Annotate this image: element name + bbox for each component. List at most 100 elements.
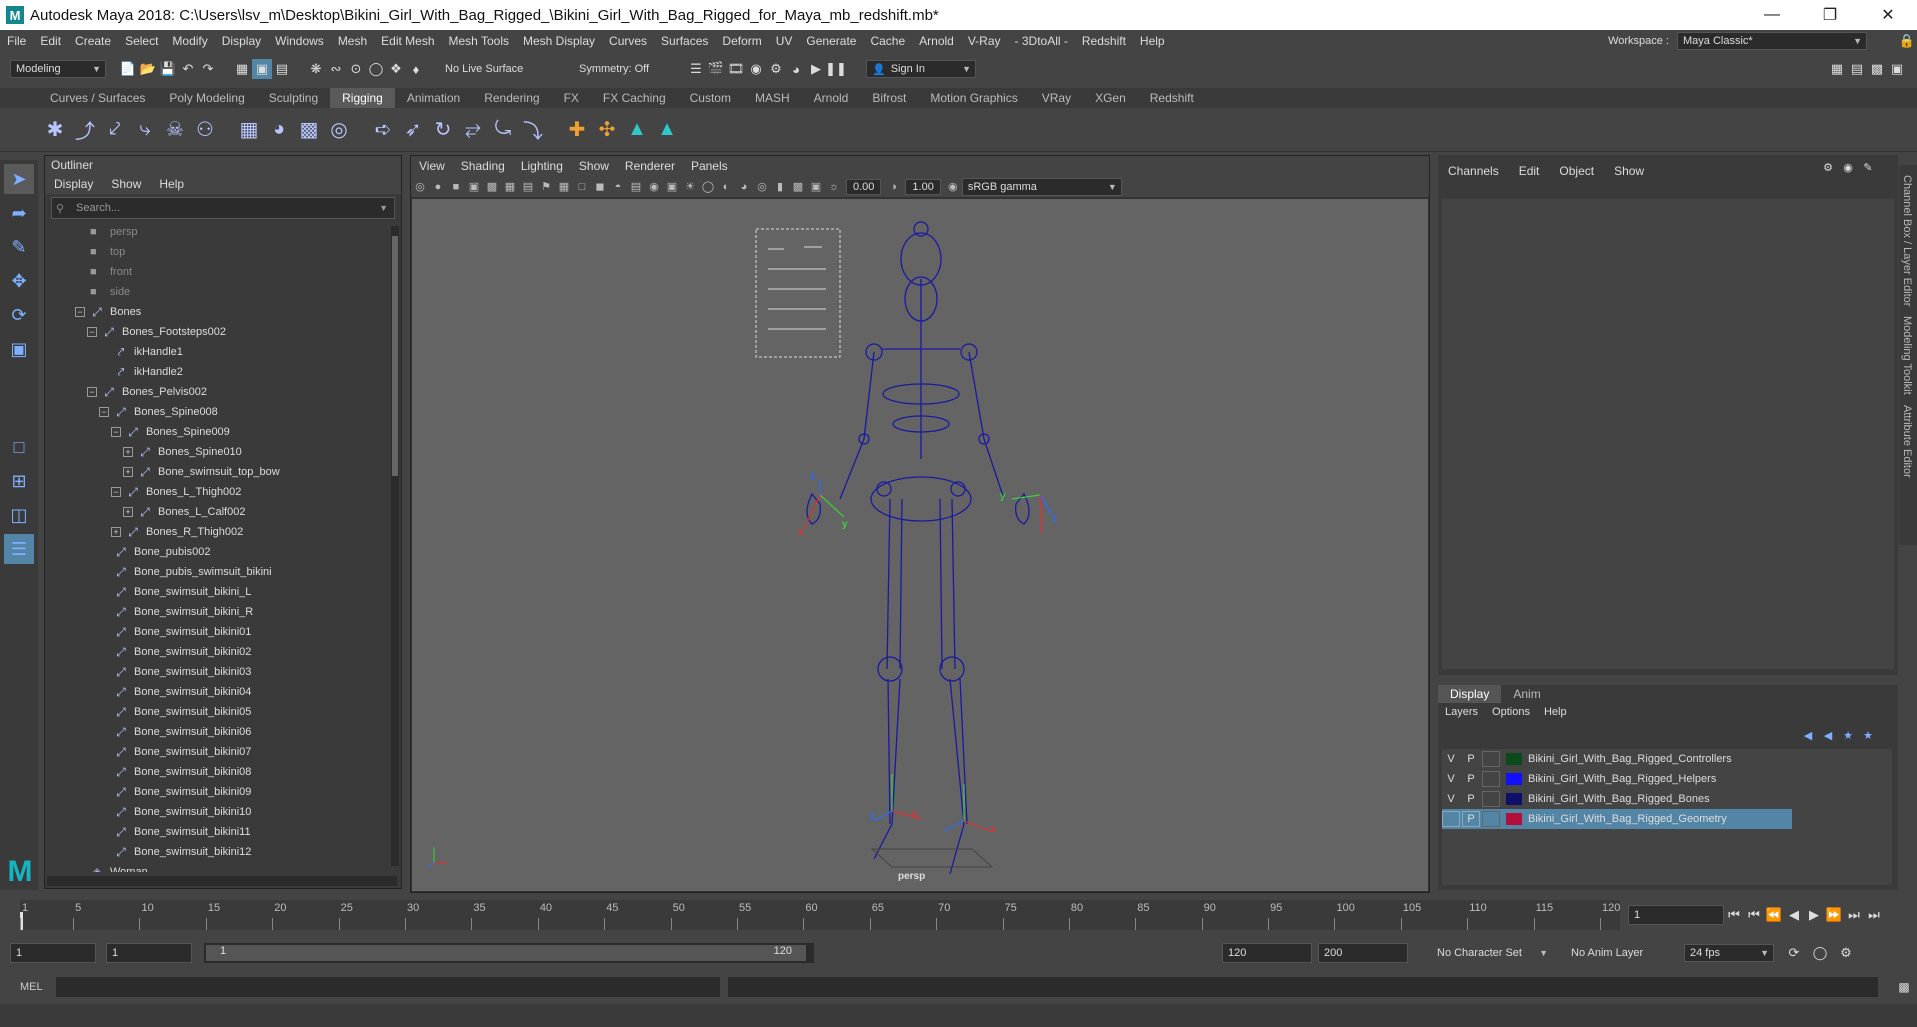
snap-edge-icon[interactable]: ♦ bbox=[406, 59, 426, 79]
redshift-render-icon[interactable]: ▶ bbox=[806, 59, 826, 79]
outliner-item[interactable]: − ⤢ Bones_Footsteps002 bbox=[45, 322, 385, 342]
locator-rig-icon[interactable]: ✣ bbox=[592, 115, 622, 145]
layer-color-swatch[interactable] bbox=[1506, 773, 1522, 785]
step-forward-key-icon[interactable]: ⏭ bbox=[1844, 905, 1864, 925]
menu-modify[interactable]: Modify bbox=[165, 34, 214, 48]
snap-point-icon[interactable]: ⊙ bbox=[346, 59, 366, 79]
outliner-item[interactable]: ◈ Woman bbox=[45, 862, 385, 872]
move-layer-down-icon[interactable]: ◀ bbox=[1818, 725, 1838, 745]
layer-color-swatch[interactable] bbox=[1506, 813, 1522, 825]
select-tool-icon[interactable]: ➤ bbox=[4, 164, 34, 194]
shelf-tab-fx-caching[interactable]: FX Caching bbox=[590, 88, 678, 108]
channel-menu-show[interactable]: Show bbox=[1604, 164, 1654, 178]
paint-select-icon[interactable]: ✎ bbox=[4, 232, 34, 262]
menu-create[interactable]: Create bbox=[68, 34, 118, 48]
depth-of-field-icon[interactable]: ◎ bbox=[753, 178, 771, 196]
layer-row[interactable]: P Bikini_Girl_With_Bag_Rigged_Geometry bbox=[1442, 809, 1792, 829]
outliner-item[interactable]: ⤢ Bone_swimsuit_bikini03 bbox=[45, 662, 385, 682]
pole-vector-icon[interactable]: ⤵ bbox=[518, 115, 548, 145]
snap-grid-icon[interactable]: ❋ bbox=[306, 59, 326, 79]
layer-display-type-toggle[interactable] bbox=[1482, 811, 1500, 827]
step-forward-frame-icon[interactable]: ⏩ bbox=[1824, 905, 1844, 925]
outliner-item[interactable]: ■ side bbox=[45, 282, 385, 302]
new-scene-icon[interactable]: 📄 bbox=[118, 59, 138, 79]
color-space-dropdown[interactable]: sRGB gamma ▼ bbox=[961, 177, 1122, 196]
menu-mesh-display[interactable]: Mesh Display bbox=[516, 34, 602, 48]
expand-toggle-icon[interactable]: + bbox=[123, 467, 133, 477]
ik-spline-icon[interactable]: ⤷ bbox=[130, 115, 160, 145]
scale-tool-icon[interactable]: ▣ bbox=[4, 334, 34, 364]
paint-weights-icon[interactable]: ◕ bbox=[264, 115, 294, 145]
ambient-occlusion-icon[interactable]: ◐ bbox=[717, 178, 735, 196]
shelf-tab-mash[interactable]: MASH bbox=[742, 88, 802, 108]
new-layer-icon[interactable]: ★ bbox=[1838, 725, 1858, 745]
textured-icon[interactable]: ▣ bbox=[663, 178, 681, 196]
outliner-item[interactable]: ⤤ ikHandle2 bbox=[45, 362, 385, 382]
time-slider[interactable]: 1 5 10 15 20 25 30 35 40 45 50 55 60 65 70 75 80 85 90 95 10… bbox=[0, 898, 1917, 932]
outliner-item[interactable]: − ⤢ Bones_L_Thigh002 bbox=[45, 482, 385, 502]
gamma-icon[interactable]: ◑ bbox=[884, 178, 902, 196]
lattice-icon[interactable]: ▩ bbox=[294, 115, 324, 145]
xray-icon[interactable]: ▤ bbox=[627, 178, 645, 196]
menu-curves[interactable]: Curves bbox=[602, 34, 654, 48]
ik-handle-icon[interactable]: ⤦ bbox=[100, 115, 130, 145]
expand-toggle-icon[interactable]: − bbox=[99, 407, 109, 417]
layout-two-icon[interactable]: ◫ bbox=[4, 500, 34, 530]
create-joints-icon[interactable]: ✱ bbox=[40, 115, 70, 145]
outliner-item[interactable]: ■ persp bbox=[45, 222, 385, 242]
viewport-menu-view[interactable]: View bbox=[411, 159, 453, 173]
playback-end-field[interactable]: 120 bbox=[1222, 943, 1312, 963]
shelf-tab-vray[interactable]: VRay bbox=[1029, 88, 1084, 108]
layer-menu-help[interactable]: Help bbox=[1537, 706, 1574, 718]
menu-edit[interactable]: Edit bbox=[33, 34, 68, 48]
side-tab-channel-box-layer-editor[interactable]: Channel Box / Layer Editor bbox=[1901, 175, 1913, 306]
outliner-menu-show[interactable]: Show bbox=[102, 177, 150, 191]
edit-tool-icon[interactable]: ✎ bbox=[1858, 157, 1878, 177]
layer-visibility-toggle[interactable]: V bbox=[1442, 751, 1460, 767]
outliner-item[interactable]: ⤢ Bone_swimsuit_bikini06 bbox=[45, 722, 385, 742]
side-tab-modeling-toolkit[interactable]: Modeling Toolkit bbox=[1901, 316, 1913, 395]
animation-end-field[interactable]: 200 bbox=[1318, 943, 1408, 963]
outliner-item[interactable]: ⤢ Bone_swimsuit_bikini_L bbox=[45, 582, 385, 602]
shelf-tab-custom[interactable]: Custom bbox=[677, 88, 743, 108]
render-settings-icon[interactable]: ⚙ bbox=[766, 59, 786, 79]
layout-four-icon[interactable]: ⊞ bbox=[4, 466, 34, 496]
layout-outliner-icon[interactable]: ☰ bbox=[4, 534, 34, 564]
layer-playback-toggle[interactable]: P bbox=[1462, 751, 1480, 767]
viewport-menu-panels[interactable]: Panels bbox=[683, 159, 736, 173]
shelf-tab-rigging[interactable]: Rigging bbox=[330, 88, 395, 108]
anim-layer-dropdown[interactable]: No Anim Layer bbox=[1566, 944, 1670, 962]
shelf-tab-arnold[interactable]: Arnold bbox=[801, 88, 861, 108]
outliner-search-field[interactable]: ⚲ Search... ▼ bbox=[51, 197, 395, 219]
layer-display-type-toggle[interactable] bbox=[1482, 751, 1500, 767]
snap-view-icon[interactable]: ◯ bbox=[366, 59, 386, 79]
layer-visibility-toggle[interactable]: V bbox=[1442, 771, 1460, 787]
animation-start-field[interactable]: 1 bbox=[10, 943, 96, 963]
shelf-tab-xgen[interactable]: XGen bbox=[1083, 88, 1138, 108]
outliner-item[interactable]: ⤢ Bone_swimsuit_bikini04 bbox=[45, 682, 385, 702]
isolate-icon[interactable]: ▣ bbox=[807, 178, 825, 196]
time-slider-track[interactable]: 1 5 10 15 20 25 30 35 40 45 50 55 60 65 70 75 80 85 90 95 10… bbox=[20, 900, 1620, 930]
layer-menu-options[interactable]: Options bbox=[1485, 706, 1537, 718]
script-icon-a[interactable]: ▲ bbox=[622, 115, 652, 145]
bind-skin-icon[interactable]: ▦ bbox=[234, 115, 264, 145]
current-frame-field[interactable]: 1 bbox=[1628, 905, 1724, 925]
grid-icon[interactable]: ▦ bbox=[555, 178, 573, 196]
default-material-icon[interactable]: ◓ bbox=[609, 178, 627, 196]
menu-select[interactable]: Select bbox=[118, 34, 165, 48]
menu-uv[interactable]: UV bbox=[769, 34, 800, 48]
outliner-item[interactable]: ⤢ Bone_swimsuit_bikini11 bbox=[45, 822, 385, 842]
lights-icon[interactable]: ☀ bbox=[681, 178, 699, 196]
insert-joint-icon[interactable]: ⤴ bbox=[70, 115, 100, 145]
outliner-item[interactable]: + ⤢ Bone_swimsuit_top_bow bbox=[45, 462, 385, 482]
layer-playback-toggle[interactable]: P bbox=[1462, 771, 1480, 787]
menu-mesh-tools[interactable]: Mesh Tools bbox=[442, 34, 516, 48]
sign-in-dropdown[interactable]: 👤 Sign In ▼ bbox=[866, 60, 976, 78]
viewport-3d-scene[interactable]: z y x y z x x z persp bbox=[412, 199, 1428, 891]
fps-dropdown[interactable]: 24 fps ▼ bbox=[1684, 944, 1774, 962]
workspace-dropdown[interactable]: Maya Classic* ▼ bbox=[1677, 32, 1867, 50]
smooth-shade-icon[interactable]: ◼ bbox=[591, 178, 609, 196]
outliner-item[interactable]: ■ top bbox=[45, 242, 385, 262]
expand-toggle-icon[interactable]: − bbox=[87, 387, 97, 397]
menu-display[interactable]: Display bbox=[215, 34, 268, 48]
